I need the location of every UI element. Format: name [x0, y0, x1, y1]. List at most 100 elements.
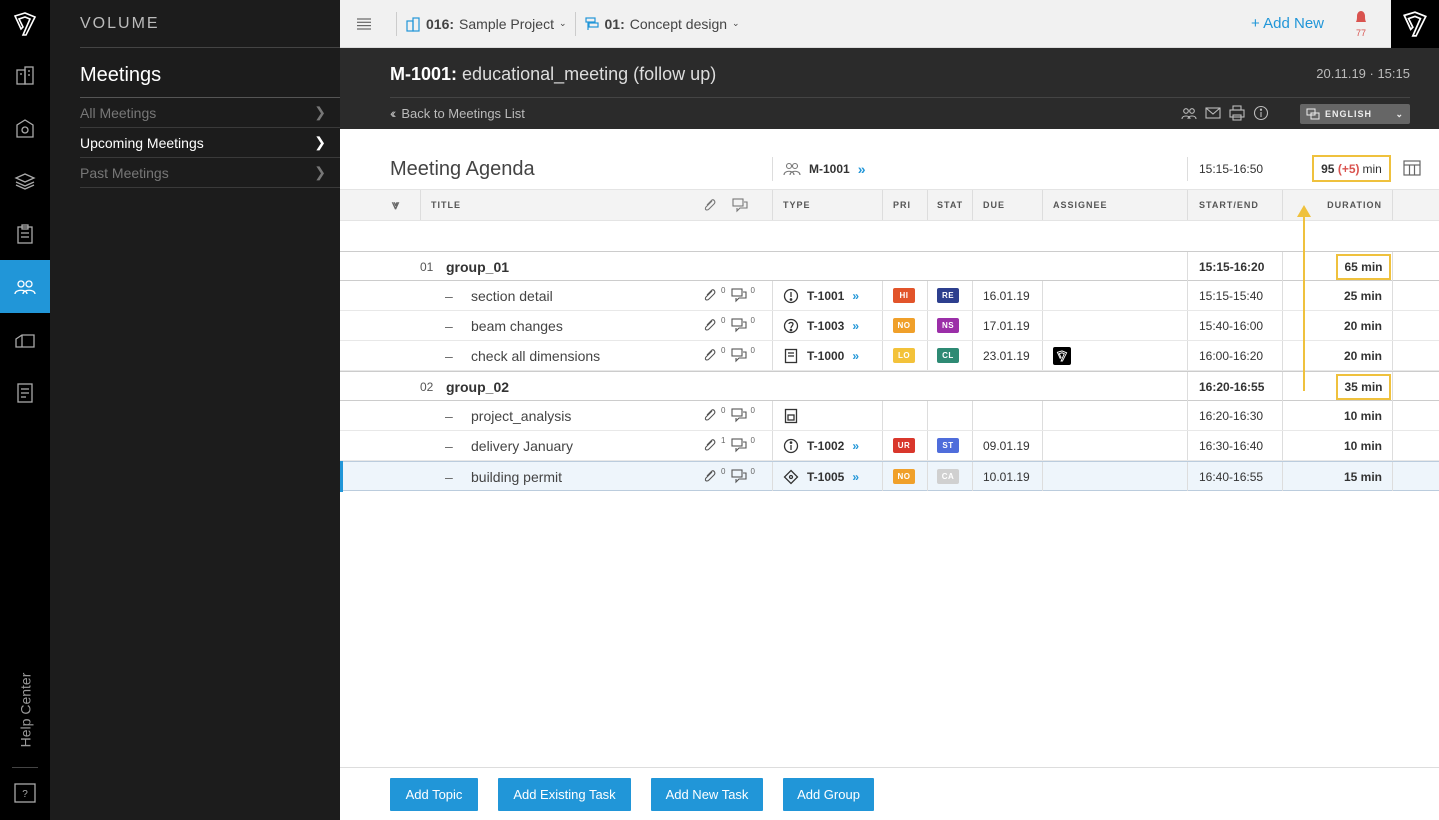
avatar[interactable] — [1053, 346, 1071, 365]
task-id[interactable]: T-1002 — [807, 439, 844, 453]
mail-icon[interactable] — [1205, 105, 1221, 121]
rail-building-settings-icon[interactable] — [0, 101, 50, 154]
col-end — [1392, 190, 1393, 220]
item-due: 09.01.19 — [972, 431, 1042, 460]
language-select[interactable]: ENGLISH ⌄ — [1300, 104, 1410, 124]
item-duration: 20 min — [1282, 311, 1392, 340]
double-chevron-right-icon[interactable]: » — [852, 319, 859, 333]
participants-icon[interactable] — [1181, 105, 1197, 121]
group-row[interactable]: 02 group_02 16:20-16:55 35 min — [340, 371, 1439, 401]
group-title: group_01 — [446, 258, 510, 275]
attachment-icon[interactable] — [701, 347, 719, 365]
task-id[interactable]: T-1003 — [807, 319, 844, 333]
task-id[interactable]: T-1001 — [807, 289, 844, 303]
col-pri[interactable]: PRI — [882, 190, 911, 220]
item-counters: 00 — [701, 341, 755, 370]
rail-help-book-icon[interactable]: ? — [0, 778, 50, 808]
comment-icon[interactable] — [730, 347, 748, 365]
help-center-link[interactable]: Help Center — [0, 660, 50, 760]
add-topic-button[interactable]: Add Topic — [390, 778, 478, 811]
comment-icon[interactable] — [730, 317, 748, 335]
group-row[interactable]: 01 group_01 15:15-16:20 65 min — [340, 251, 1439, 281]
top-bar: 016: Sample Project ⌄ 01: Concept design… — [340, 0, 1439, 48]
col-start-end[interactable]: START/END — [1187, 190, 1259, 220]
double-chevron-right-icon[interactable]: » — [852, 439, 859, 453]
notifications-button[interactable]: 77 — [1353, 10, 1369, 38]
attachment-icon[interactable] — [701, 437, 719, 455]
attachment-icon[interactable] — [701, 317, 719, 335]
column-settings-button[interactable] — [1403, 159, 1421, 180]
agenda-time-range: 15:15-16:50 — [1187, 157, 1263, 181]
exclamation-circle-icon — [783, 288, 799, 304]
add-new-task-button[interactable]: Add New Task — [651, 778, 763, 811]
col-attachments-icon[interactable] — [702, 190, 718, 220]
agenda-item-row[interactable]: – section detail 0 0 T-1001» HI RE 16.01.19 15:1… — [340, 281, 1439, 311]
comment-icon[interactable] — [730, 407, 748, 425]
rail-boxes-icon[interactable] — [0, 313, 50, 366]
col-title[interactable]: TITLE — [420, 190, 461, 220]
rail-buildings-icon[interactable] — [0, 48, 50, 101]
sidebar-item-all-meetings[interactable]: All Meetings ❯ — [80, 98, 340, 128]
item-counters: 00 — [701, 311, 755, 340]
add-existing-task-button[interactable]: Add Existing Task — [498, 778, 631, 811]
double-chevron-right-icon[interactable]: » — [852, 349, 859, 363]
attachment-icon[interactable] — [701, 468, 719, 486]
rail-meetings-icon[interactable] — [0, 260, 50, 313]
document-icon — [783, 348, 799, 364]
icon-rail: Help Center ? — [0, 0, 50, 820]
double-chevron-right-icon[interactable]: » — [852, 289, 859, 303]
phase-selector[interactable]: 01: Concept design ⌄ — [584, 16, 740, 32]
collapse-all-icon[interactable]: ⩔ — [392, 190, 400, 220]
plus-icon: + — [1251, 15, 1264, 32]
double-chevron-left-icon: ‹‹ — [390, 105, 397, 121]
columns-icon — [1403, 160, 1421, 176]
agenda-item-row[interactable]: – beam changes 0 0 T-1003» NO NS 17.01.19 15:40-… — [340, 311, 1439, 341]
task-id[interactable]: T-1005 — [807, 470, 844, 484]
comment-icon[interactable] — [730, 468, 748, 486]
col-due[interactable]: DUE — [972, 190, 1005, 220]
rail-layers-icon[interactable] — [0, 154, 50, 207]
comment-icon[interactable] — [730, 437, 748, 455]
agenda-rows: 01 group_01 15:15-16:20 65 min – section deta… — [340, 251, 1439, 492]
attachment-count: 0 — [721, 346, 726, 355]
svg-text:?: ? — [22, 789, 28, 800]
divider — [574, 11, 576, 36]
status-badge: RE — [937, 288, 959, 303]
item-duration: 10 min — [1282, 401, 1392, 430]
item-dash: – — [445, 287, 453, 304]
attachment-icon[interactable] — [701, 287, 719, 305]
sidebar-item-past-meetings[interactable]: Past Meetings ❯ — [80, 158, 340, 188]
col-assignee[interactable]: ASSIGNEE — [1042, 190, 1108, 220]
task-id[interactable]: T-1000 — [807, 349, 844, 363]
add-group-button[interactable]: Add Group — [783, 778, 874, 811]
comment-icon[interactable] — [730, 287, 748, 305]
volume-logo-icon[interactable] — [0, 0, 50, 48]
menu-toggle-button[interactable] — [340, 17, 388, 30]
phase-code: 01: — [604, 15, 625, 32]
sidebar-item-upcoming-meetings[interactable]: Upcoming Meetings ❯ — [80, 128, 340, 158]
project-selector[interactable]: 016: Sample Project ⌄ — [405, 16, 567, 32]
double-chevron-right-icon[interactable]: » — [852, 470, 859, 484]
add-new-button[interactable]: + Add New — [1251, 15, 1324, 32]
col-stat[interactable]: STAT — [927, 190, 963, 220]
agenda-item-row[interactable]: – check all dimensions 0 0 T-1000» LO CL 23.01.… — [340, 341, 1439, 371]
meeting-ref-link[interactable]: M-1001 » — [772, 157, 865, 181]
agenda-item-row[interactable]: – building permit 0 0 T-1005» NO CA 10.01.19 16:… — [340, 461, 1439, 492]
item-title: delivery January — [471, 437, 573, 454]
row-end-divider — [1392, 341, 1393, 370]
topic-icon — [783, 408, 799, 424]
print-icon[interactable] — [1229, 105, 1245, 121]
item-counters: 00 — [701, 401, 755, 430]
back-to-list-link[interactable]: ‹‹ Back to Meetings List — [390, 105, 525, 121]
item-time: 15:40-16:00 — [1187, 311, 1282, 340]
attachment-icon[interactable] — [701, 407, 719, 425]
rail-report-icon[interactable] — [0, 366, 50, 419]
info-icon[interactable] — [1253, 105, 1269, 121]
app-logo-icon[interactable] — [1391, 0, 1439, 48]
agenda-item-row[interactable]: – project_analysis 0 0 16:20-16:30 10 min — [340, 401, 1439, 431]
agenda-item-row[interactable]: – delivery January 1 0 T-1002» UR ST 09.01.19 16… — [340, 431, 1439, 461]
item-counters: 00 — [701, 462, 755, 491]
rail-clipboard-icon[interactable] — [0, 207, 50, 260]
col-type[interactable]: TYPE — [772, 190, 811, 220]
col-comments-icon[interactable] — [732, 190, 748, 220]
